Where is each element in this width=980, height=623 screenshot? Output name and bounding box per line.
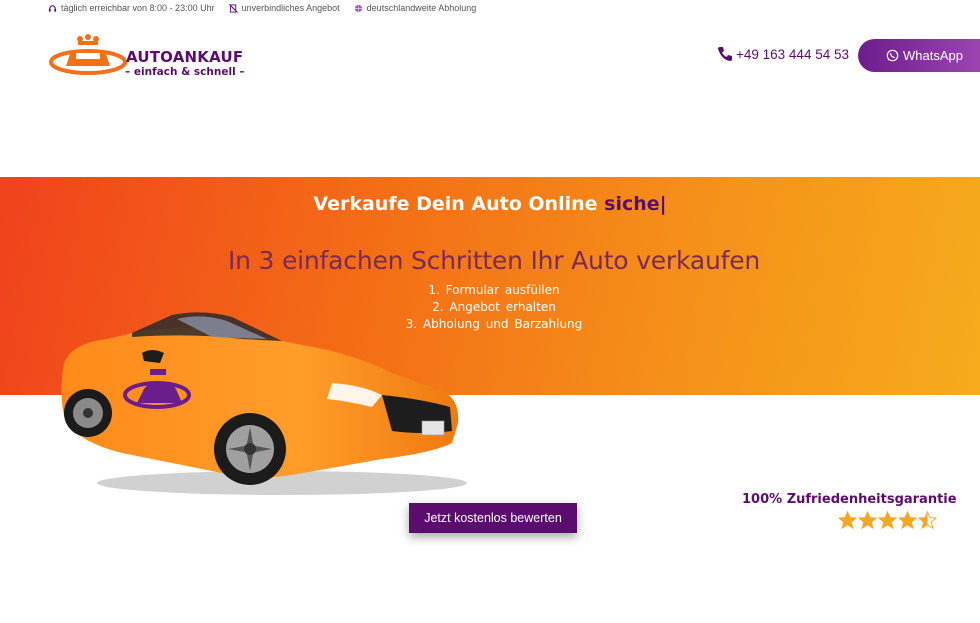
hours-info: täglich erreichbar von 8:00 - 23:00 Uhr xyxy=(48,2,215,14)
whatsapp-icon xyxy=(886,49,899,62)
star-icon xyxy=(858,511,877,530)
rating-stars xyxy=(838,511,937,530)
no-commitment-icon xyxy=(228,3,238,13)
phone-link[interactable]: +49 163 444 54 53 xyxy=(717,46,849,62)
pickup-text: deutschlandweite Abholung xyxy=(366,3,477,13)
hours-text: täglich erreichbar von 8:00 - 23:00 Uhr xyxy=(61,3,215,13)
satisfaction-guarantee: 100% Zufriedenheitsgarantie xyxy=(742,492,957,507)
hero-typed-word: siche| xyxy=(604,193,667,215)
logo-car-icon xyxy=(49,34,127,75)
star-icon xyxy=(898,511,917,530)
star-icon xyxy=(838,511,857,530)
star-icon xyxy=(918,511,937,530)
hero-subheadline: In 3 einfachen Schritten Ihr Auto verkau… xyxy=(227,246,761,275)
offer-info: unverbindliches Angebot xyxy=(228,2,340,14)
evaluate-free-button[interactable]: Jetzt kostenlos bewerten xyxy=(409,503,577,533)
logo-title: AUTOANKAUF xyxy=(126,48,244,66)
car-image xyxy=(61,312,467,495)
phone-icon xyxy=(718,47,732,61)
star-icon xyxy=(878,511,897,530)
step-item: 1. Formular ausfüllen xyxy=(428,283,560,297)
pickup-info: deutschlandweite Abholung xyxy=(354,2,477,14)
top-info-bar: täglich erreichbar von 8:00 - 23:00 Uhr … xyxy=(48,2,476,14)
whatsapp-button[interactable]: WhatsApp xyxy=(858,39,980,72)
brand-logo[interactable]: AUTOANKAUF – einfach & schnell – xyxy=(48,32,248,82)
offer-text: unverbindliches Angebot xyxy=(241,3,340,13)
globe-icon xyxy=(354,4,362,12)
hero-headline-text: Verkaufe Dein Auto Online xyxy=(313,193,598,215)
logo-subtitle: – einfach & schnell – xyxy=(125,66,245,78)
hero-headline: Verkaufe Dein Auto Online siche| xyxy=(0,193,980,215)
whatsapp-label: WhatsApp xyxy=(903,48,963,63)
phone-number: +49 163 444 54 53 xyxy=(736,46,849,62)
headset-icon xyxy=(48,4,57,12)
